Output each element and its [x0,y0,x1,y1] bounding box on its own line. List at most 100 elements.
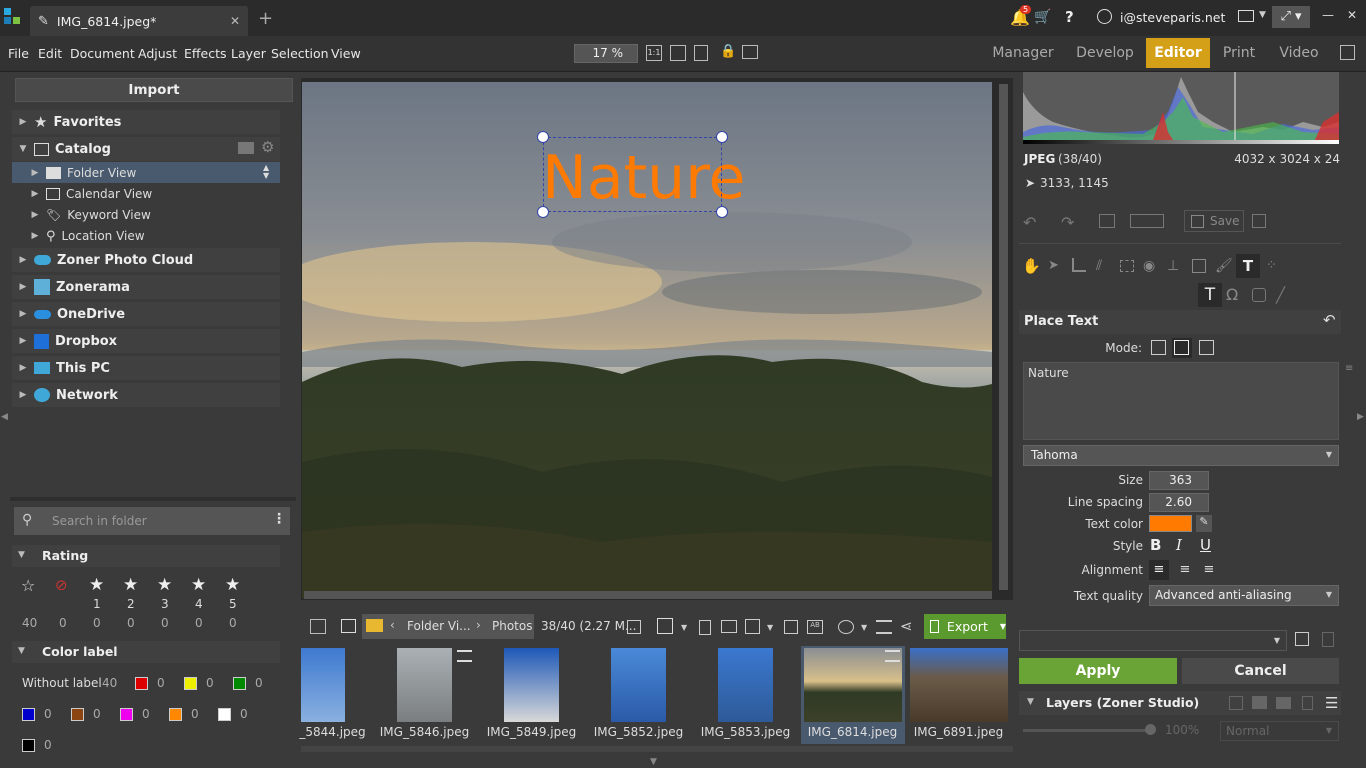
menu-view[interactable]: View [331,46,361,61]
tab-print[interactable]: Print [1216,38,1262,68]
thumbnail-6891[interactable] [910,648,1008,722]
size-input[interactable]: 363 [1149,471,1209,490]
place-text-tool-icon[interactable]: T [1198,283,1222,307]
tree-location-view[interactable]: ▶ ⚲ Location View [30,224,145,248]
help-icon[interactable]: ? [1065,8,1074,26]
eyedropper-icon[interactable]: ✎ [1196,515,1212,532]
bold-button[interactable]: B [1150,536,1161,554]
font-select[interactable]: Tahoma ▼ [1023,445,1339,466]
publish-icon[interactable] [838,620,854,634]
close-window-icon[interactable]: ✕ [1347,8,1357,22]
tree-dropbox[interactable]: ▶ Dropbox [18,329,117,353]
thumb-scrollbar[interactable] [301,746,1013,752]
mode-single-icon[interactable] [1151,340,1166,355]
actual-size-icon[interactable]: 1:1 [646,45,662,61]
symbol-tool-icon[interactable]: Ω [1226,285,1238,304]
resize-handle[interactable] [537,131,549,143]
fit-height-icon[interactable] [694,45,708,61]
save-preset-icon[interactable] [1295,632,1309,646]
tree-this-pc[interactable]: ▶ This PC [18,356,110,380]
canvas-vertical-scrollbar[interactable] [999,84,1008,590]
breadcrumb[interactable]: ‹ Folder Vi... › Photos [362,614,534,639]
mode-frame-icon[interactable] [1172,338,1192,358]
more-tools-icon[interactable]: ⁘ [1266,258,1277,273]
undo-icon[interactable]: ↶ [1023,213,1036,232]
resize-handle[interactable] [537,206,549,218]
menu-layer[interactable]: Layer [231,46,266,61]
folder-layer-icon[interactable] [1276,697,1291,709]
tab-editor[interactable]: Editor [1146,38,1210,68]
gear-icon[interactable]: ⚙ [261,138,274,156]
lock-icon[interactable]: 🔒 [720,44,736,59]
align-right-icon[interactable]: ≡ [1199,560,1219,580]
align-left-icon[interactable]: ≡ [1149,560,1169,580]
line-tool-icon[interactable]: ╱ [1276,286,1285,304]
save-as-icon[interactable] [1252,214,1266,228]
rating-4-star-icon[interactable]: ★ [191,575,206,595]
chevron-left-icon[interactable]: ‹ [390,618,395,632]
zoom-input[interactable]: 17 % [574,44,638,63]
eye-tool-icon[interactable]: ◉ [1143,258,1155,274]
delete-layer-icon[interactable] [1302,696,1313,710]
tree-zonerama[interactable]: ▶ Zonerama [18,275,130,299]
new-tab-icon[interactable]: + [258,8,273,29]
right-panel-scroll-icon[interactable]: ≡ [1345,363,1353,374]
reset-icon[interactable]: ↶ [1323,311,1336,329]
history-icon[interactable] [1099,214,1115,228]
resize-handle[interactable] [716,131,728,143]
rating-5-star-icon[interactable]: ★ [225,575,240,595]
layers-menu-icon[interactable]: ☰ [1325,694,1338,712]
menu-adjust[interactable]: Adjust [138,46,177,61]
thumbnail-5849[interactable] [504,648,559,722]
levels-tool-icon[interactable]: ⊥ [1167,258,1179,274]
canvas-horizontal-scrollbar[interactable] [304,591,992,599]
chevron-down-icon[interactable]: ▼ [681,623,687,632]
right-collapse-icon[interactable]: ▶ [1357,412,1364,422]
rename-icon[interactable]: AB [807,620,823,634]
chevron-down-icon[interactable]: ▼ [1000,622,1006,631]
text-input[interactable]: Nature [1023,362,1339,440]
tree-catalog[interactable]: ▼ Catalog [18,137,111,161]
fit-screen-icon[interactable] [670,45,686,61]
brush-tool-icon[interactable]: 🖌 [1215,258,1233,274]
blend-mode-select[interactable]: Normal ▼ [1220,721,1339,741]
chevron-down-icon[interactable]: ▼ [1259,10,1266,20]
menu-edit[interactable]: Edit [38,46,62,61]
color-swatch-yellow[interactable] [184,677,197,690]
text-quality-select[interactable]: Advanced anti-aliasing ▼ [1149,585,1339,606]
mode-path-icon[interactable] [1199,340,1214,355]
image-settings-icon[interactable] [742,45,758,59]
external-link-icon[interactable] [1340,45,1355,60]
sliders-icon[interactable] [876,620,892,634]
select-icon[interactable] [310,619,326,634]
crop-tool-icon[interactable] [1072,258,1086,272]
copy-to-icon[interactable] [745,619,760,634]
share-icon[interactable]: ⋖ [900,617,913,635]
fullscreen-icon[interactable]: ⤢ ▾ [1272,6,1310,28]
text-color-swatch[interactable] [1149,515,1192,532]
save-button[interactable]: Save [1184,210,1244,232]
mask-layer-icon[interactable] [1252,696,1267,709]
align-center-icon[interactable]: ≡ [1175,560,1195,580]
thumbnail-5844[interactable] [301,648,345,722]
text-tool-icon[interactable]: T [1236,254,1260,278]
move-icon[interactable] [784,620,798,634]
pointer-tool-icon[interactable]: ➤ [1048,258,1059,273]
new-folder-icon[interactable] [721,620,737,633]
hand-tool-icon[interactable]: ✋ [1022,257,1041,275]
trash-icon[interactable] [699,620,711,635]
text-bounding-box[interactable] [543,137,722,212]
rating-3-star-icon[interactable]: ★ [157,575,172,595]
line-spacing-input[interactable]: 2.60 [1149,493,1209,512]
photo-nature[interactable]: Nature [302,82,992,598]
thumbnail-5852[interactable] [611,648,666,722]
panel-divider[interactable] [10,497,296,501]
preset-select[interactable]: ▼ [1019,630,1287,651]
resize-handle[interactable] [716,206,728,218]
tree-onedrive[interactable]: ▶ OneDrive [18,302,126,326]
batch-icon[interactable] [657,618,673,634]
color-swatch-brown[interactable] [71,708,84,721]
italic-button[interactable]: I [1176,536,1182,554]
close-tab-icon[interactable]: ✕ [230,14,240,28]
import-button[interactable]: Import [15,78,293,102]
